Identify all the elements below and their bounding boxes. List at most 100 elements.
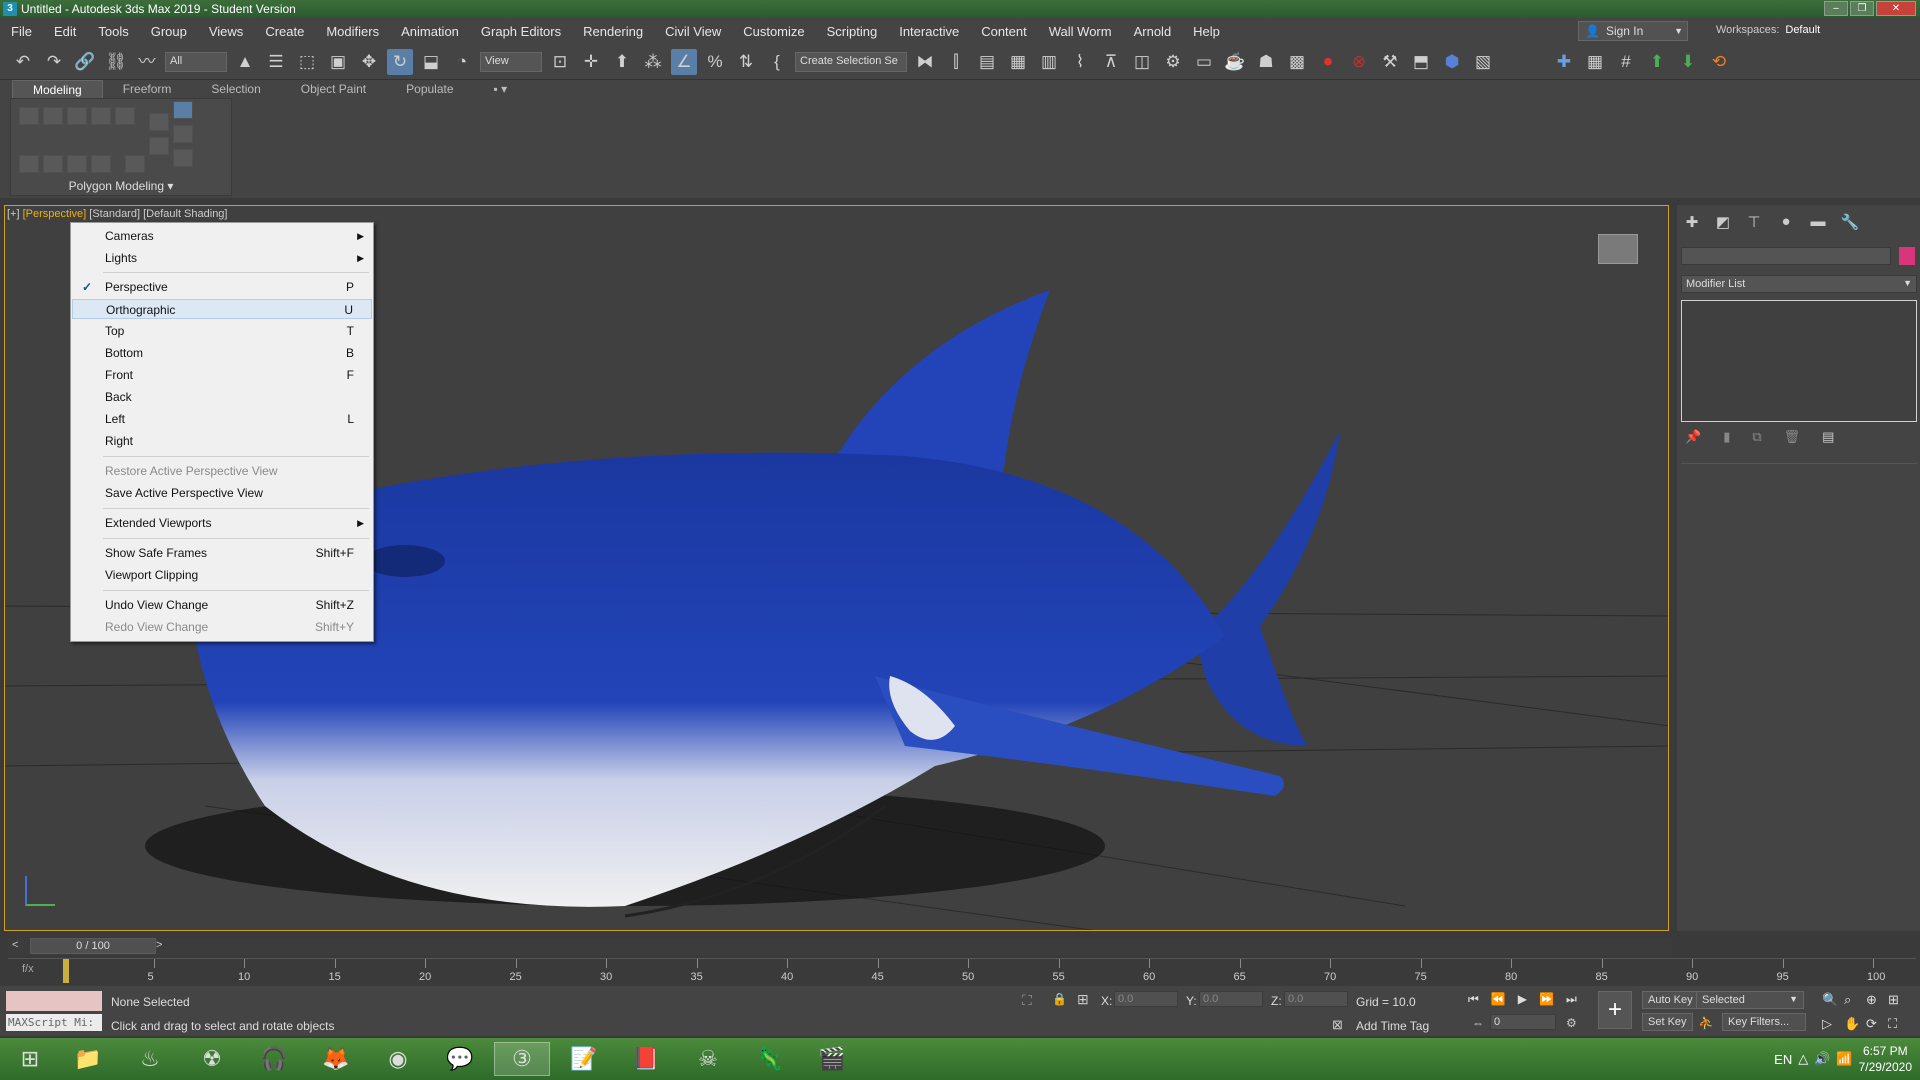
- ribbon-tab-freeform[interactable]: Freeform: [103, 80, 192, 98]
- vertex-icon[interactable]: [19, 107, 39, 125]
- absolute-offset-mode-icon[interactable]: ⊞: [1077, 991, 1089, 1008]
- show-end-result-icon[interactable]: ▮: [1723, 429, 1730, 445]
- object-name-field[interactable]: [1681, 247, 1891, 265]
- ribbon-tab-populate[interactable]: Populate: [386, 80, 473, 98]
- bind-space-warp-icon[interactable]: 〰: [134, 49, 160, 75]
- maximize-viewport-icon[interactable]: ⛶: [1888, 1016, 1910, 1032]
- grid-alt-icon[interactable]: #: [1613, 49, 1639, 75]
- discord-icon[interactable]: 💬: [432, 1042, 488, 1076]
- time-slider-thumb[interactable]: 0 / 100: [30, 938, 156, 954]
- plugin-tool-icon[interactable]: ⊗: [1346, 49, 1372, 75]
- polygon-modeling-dropdown[interactable]: Polygon Modeling ▾: [11, 179, 231, 193]
- menu-item-lights[interactable]: Lights ▶: [72, 248, 372, 268]
- display-tab-icon[interactable]: ▬: [1805, 213, 1831, 233]
- ignore-backfacing-icon[interactable]: [173, 125, 193, 143]
- render-gallery-icon[interactable]: ▩: [1284, 49, 1310, 75]
- go-to-end-icon[interactable]: ⏭: [1566, 992, 1577, 1007]
- percent-snap-icon[interactable]: %: [702, 49, 728, 75]
- select-move-icon[interactable]: ✥: [356, 49, 382, 75]
- wall-worm-tool-icon[interactable]: ⚒: [1377, 49, 1403, 75]
- previous-frame-icon[interactable]: ⏪: [1491, 992, 1506, 1007]
- file-explorer-icon[interactable]: 📁: [60, 1042, 116, 1076]
- zoom-extents-icon[interactable]: ⊕: [1866, 992, 1888, 1008]
- workspaces-value[interactable]: Default: [1785, 24, 1905, 36]
- workspaces-selector[interactable]: Workspaces: Default: [1716, 24, 1905, 36]
- auto-key-button[interactable]: Auto Key: [1642, 991, 1699, 1009]
- shrink-icon[interactable]: [43, 155, 63, 173]
- render-production-icon[interactable]: ☕: [1222, 49, 1248, 75]
- viewport-point-of-view-menu[interactable]: [Perspective]: [23, 208, 87, 220]
- menu-item-perspective[interactable]: ✓ Perspective P: [72, 277, 372, 297]
- select-rotate-icon[interactable]: ↻: [387, 48, 413, 75]
- scene-explorer-icon[interactable]: ▤: [974, 49, 1000, 75]
- ribbon-tab-modeling[interactable]: Modeling: [12, 80, 103, 98]
- menu-item-right[interactable]: Right: [72, 431, 372, 451]
- prev-frame-icon[interactable]: <: [12, 939, 18, 951]
- ribbon-options-icon[interactable]: ▪ ▾: [474, 80, 528, 98]
- select-by-name-icon[interactable]: ☰: [263, 49, 289, 75]
- create-tab-icon[interactable]: ✚: [1679, 213, 1705, 233]
- ring-icon[interactable]: [91, 155, 111, 173]
- curve-editor-icon[interactable]: ⌇: [1067, 49, 1093, 75]
- menu-content[interactable]: Content: [970, 24, 1038, 39]
- menu-rendering[interactable]: Rendering: [572, 24, 654, 39]
- menu-item-show-safe-frames[interactable]: Show Safe Frames Shift+F: [72, 543, 372, 563]
- tray-volume-icon[interactable]: 🔊: [1814, 1051, 1830, 1067]
- set-keys-icon[interactable]: +: [1598, 991, 1632, 1029]
- open-mini-curve-editor-icon[interactable]: f/x: [22, 963, 34, 975]
- current-frame-spinner[interactable]: 0: [1490, 1014, 1556, 1030]
- menu-arnold[interactable]: Arnold: [1123, 24, 1183, 39]
- green-arrow-up-icon[interactable]: ⬆: [1644, 49, 1670, 75]
- menu-item-undo-view-change[interactable]: Undo View Change Shift+Z: [72, 595, 372, 615]
- system-clock[interactable]: 6:57 PM 7/29/2020: [1859, 1043, 1912, 1075]
- field-of-view-icon[interactable]: ▷: [1822, 1016, 1844, 1032]
- maxscript-listener-field[interactable]: [6, 991, 102, 1011]
- pivot-center-icon[interactable]: ⊡: [547, 49, 573, 75]
- z-coord-field[interactable]: 0.0: [1284, 991, 1348, 1007]
- pan-view-icon[interactable]: ✋: [1844, 1016, 1866, 1032]
- default-in-out-tangents-icon[interactable]: ⛹: [1698, 1015, 1714, 1031]
- key-filters-button[interactable]: Key Filters...: [1722, 1013, 1806, 1031]
- menu-edit[interactable]: Edit: [43, 24, 87, 39]
- menu-views[interactable]: Views: [198, 24, 254, 39]
- soft-selection-icon[interactable]: [149, 137, 169, 155]
- play-icon[interactable]: ▶: [1518, 992, 1527, 1007]
- toggle-ribbon-icon[interactable]: ▥: [1036, 49, 1062, 75]
- mask-app-icon[interactable]: ☠: [680, 1042, 736, 1076]
- modifier-list-dropdown[interactable]: Modifier List ▼: [1681, 275, 1917, 293]
- key-mode-toggle-icon[interactable]: ⇔: [1472, 1016, 1484, 1030]
- menu-item-bottom[interactable]: Bottom B: [72, 343, 372, 363]
- menu-animation[interactable]: Animation: [390, 24, 470, 39]
- next-frame-icon[interactable]: >: [156, 939, 162, 951]
- render-iterative-icon[interactable]: ☗: [1253, 49, 1279, 75]
- script-tool-icon[interactable]: ⟲: [1706, 49, 1732, 75]
- ribbon-tab-object-paint[interactable]: Object Paint: [281, 80, 386, 98]
- language-indicator[interactable]: EN: [1774, 1052, 1792, 1067]
- menu-group[interactable]: Group: [140, 24, 198, 39]
- export-tool-icon[interactable]: ⬒: [1408, 49, 1434, 75]
- tray-show-hidden-icon[interactable]: △: [1798, 1051, 1808, 1067]
- viewport-general-menu[interactable]: [+]: [7, 208, 20, 220]
- schematic-view-icon[interactable]: ⊼: [1098, 49, 1124, 75]
- maxscript-mini-listener[interactable]: MAXScript Mi:: [6, 1014, 102, 1031]
- gimp-icon[interactable]: 🦎: [742, 1042, 798, 1076]
- menu-item-viewport-clipping[interactable]: Viewport Clipping: [72, 565, 372, 585]
- close-icon[interactable]: ✕: [1876, 1, 1916, 16]
- add-helper-icon[interactable]: ✚: [1551, 49, 1577, 75]
- viewport-shading-menu[interactable]: [Default Shading]: [143, 208, 227, 220]
- grow-icon[interactable]: [19, 155, 39, 173]
- undo-icon[interactable]: ↶: [10, 49, 36, 75]
- edit-named-selection-icon[interactable]: {: [764, 49, 790, 75]
- menu-interactive[interactable]: Interactive: [888, 24, 970, 39]
- material-editor-icon[interactable]: ◫: [1129, 49, 1155, 75]
- motion-tab-icon[interactable]: ●: [1773, 213, 1799, 233]
- redo-icon[interactable]: ↷: [41, 49, 67, 75]
- menu-item-cameras[interactable]: Cameras ▶: [72, 226, 372, 246]
- sign-in-button[interactable]: 👤 Sign In ▼: [1578, 21, 1688, 41]
- utilities-tab-icon[interactable]: 🔧: [1837, 213, 1863, 233]
- menu-help[interactable]: Help: [1182, 24, 1231, 39]
- named-selection-dropdown[interactable]: Create Selection Se: [795, 51, 907, 72]
- acrobat-icon[interactable]: 📕: [618, 1042, 674, 1076]
- menu-create[interactable]: Create: [254, 24, 315, 39]
- tray-network-icon[interactable]: 📶: [1836, 1051, 1852, 1067]
